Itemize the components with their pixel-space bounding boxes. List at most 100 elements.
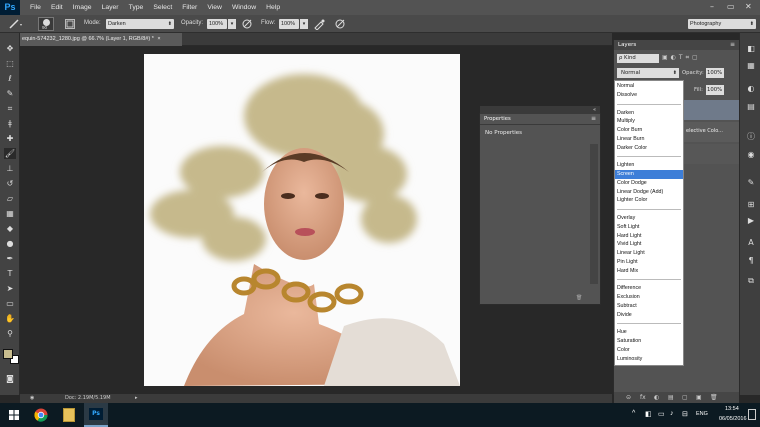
blend-mode-option[interactable]: Overlay <box>615 214 683 223</box>
menu-select[interactable]: Select <box>153 4 172 11</box>
layer-row[interactable] <box>684 144 739 164</box>
brush-size-picker[interactable]: 90 <box>38 17 54 31</box>
fill-input[interactable]: 100% <box>706 85 724 95</box>
foreground-color-swatch[interactable] <box>3 349 13 359</box>
status-info-icon[interactable]: ◉ <box>30 394 34 403</box>
opacity-slider-toggle[interactable]: ▾ <box>228 19 236 29</box>
blend-mode-option[interactable]: Darken <box>615 109 683 118</box>
blend-mode-option[interactable]: Hard Mix <box>615 267 683 276</box>
actions-panel-icon[interactable]: ▶ <box>745 215 757 226</box>
healing-brush-tool-icon[interactable]: ✚ <box>4 133 16 144</box>
mask-icon[interactable]: ◐ <box>654 394 659 401</box>
eyedropper-tool-icon[interactable]: ǂ <box>4 118 16 129</box>
marquee-tool-icon[interactable]: ⬚ <box>4 58 16 69</box>
brush-panel-icon[interactable]: ✎ <box>745 177 757 188</box>
blend-mode-option[interactable]: Lighten <box>615 161 683 170</box>
windows-start-icon[interactable] <box>9 410 19 420</box>
blend-mode-option[interactable]: Soft Light <box>615 223 683 232</box>
blend-mode-option[interactable]: Hard Light <box>615 232 683 241</box>
delete-icon[interactable]: 🗑 <box>576 295 582 301</box>
restore-button[interactable]: ▭ <box>727 2 735 11</box>
clone-stamp-tool-icon[interactable]: ⊥ <box>4 163 16 174</box>
blend-mode-option[interactable]: Dissolve <box>615 91 683 100</box>
notifications-icon[interactable] <box>748 409 756 420</box>
close-tab-icon[interactable]: × <box>157 36 160 42</box>
info-panel-icon[interactable]: ⓘ <box>745 131 757 142</box>
blend-mode-option[interactable]: Saturation <box>615 337 683 346</box>
hand-tool-icon[interactable]: ✋ <box>4 313 16 324</box>
layer-row-selected[interactable] <box>684 100 739 120</box>
menu-edit[interactable]: Edit <box>51 4 63 11</box>
blend-mode-option[interactable]: Darker Color <box>615 144 683 153</box>
airbrush-icon[interactable] <box>313 18 325 31</box>
new-layer-icon[interactable]: ▣ <box>696 394 702 401</box>
language-indicator[interactable]: ENG <box>696 411 708 417</box>
blend-mode-option[interactable]: Vivid Light <box>615 240 683 249</box>
tray-expand-icon[interactable]: ^ <box>632 410 635 417</box>
minimize-button[interactable]: – <box>710 2 714 11</box>
history-brush-tool-icon[interactable]: ↺ <box>4 178 16 189</box>
clock-date[interactable]: 06/05/2016 <box>719 416 747 422</box>
clone-source-icon[interactable]: ⊞ <box>745 199 757 210</box>
blend-mode-option[interactable]: Color Burn <box>615 126 683 135</box>
layer-filter-dropdown[interactable]: ρ Kind <box>617 54 659 63</box>
quick-select-tool-icon[interactable]: ✎ <box>4 88 16 99</box>
blur-tool-icon[interactable]: ◆ <box>4 223 16 234</box>
blend-mode-option[interactable]: Linear Dodge (Add) <box>615 188 683 197</box>
layer-opacity-input[interactable]: 100% <box>706 68 724 78</box>
blend-mode-option[interactable]: Exclusion <box>615 293 683 302</box>
battery-icon[interactable]: ▭ <box>658 410 665 418</box>
blend-mode-option[interactable]: Multiply <box>615 117 683 126</box>
workspace-dropdown[interactable]: Photography ⬍ <box>688 19 756 29</box>
layer-row[interactable]: elective Colo... <box>684 122 739 142</box>
lasso-tool-icon[interactable]: ℓ <box>4 73 16 84</box>
layer-filter-icons[interactable]: ▣◐T⌗▢ <box>662 54 732 63</box>
close-window-button[interactable]: ✕ <box>745 2 752 11</box>
brush-tool-preset-icon[interactable] <box>8 18 24 30</box>
pressure-opacity-icon[interactable] <box>241 18 253 30</box>
blend-mode-option[interactable]: Linear Light <box>615 249 683 258</box>
character-panel-icon[interactable]: A <box>745 237 757 248</box>
pressure-size-icon[interactable] <box>334 18 346 30</box>
styles-panel-icon[interactable]: ▤ <box>745 101 757 112</box>
zoom-tool-icon[interactable]: ⚲ <box>4 328 16 339</box>
quick-mask-icon[interactable]: ◙ <box>4 373 16 384</box>
paragraph-panel-icon[interactable]: ¶ <box>745 255 757 266</box>
status-arrow-icon[interactable]: ▸ <box>135 394 138 403</box>
swatches-panel-icon[interactable]: ▦ <box>745 60 757 71</box>
blend-mode-dropdown[interactable]: Normal ⬍ <box>617 68 679 78</box>
document-canvas[interactable] <box>144 54 460 386</box>
menu-help[interactable]: Help <box>266 4 280 11</box>
adjustments-panel-icon[interactable]: ◐ <box>745 83 757 94</box>
blend-mode-option[interactable]: Luminosity <box>615 355 683 364</box>
blend-mode-option[interactable]: Normal <box>615 82 683 91</box>
clock-time[interactable]: 13:54 <box>725 406 739 412</box>
color-panel-icon[interactable]: ◧ <box>745 43 757 54</box>
blend-mode-option[interactable]: Subtract <box>615 302 683 311</box>
menu-type[interactable]: Type <box>129 4 144 11</box>
crop-tool-icon[interactable]: ⌗ <box>4 103 16 114</box>
type-tool-icon[interactable]: T <box>4 268 16 279</box>
opacity-input[interactable]: 100% <box>207 19 227 29</box>
blend-mode-option[interactable]: Pin Light <box>615 258 683 267</box>
blend-mode-option[interactable]: Color Dodge <box>615 179 683 188</box>
menu-filter[interactable]: Filter <box>182 4 197 11</box>
document-tab[interactable]: equin-574232_1280.jpg @ 66.7% (Layer 1, … <box>20 33 182 46</box>
menu-window[interactable]: Window <box>232 4 256 11</box>
navigator-panel-icon[interactable]: ◉ <box>745 149 757 160</box>
link-layers-icon[interactable]: ⊝ <box>626 394 631 401</box>
blend-mode-list[interactable]: Normal Dissolve Darken Multiply Color Burn Li… <box>614 80 684 366</box>
shape-tool-icon[interactable]: ▭ <box>4 298 16 309</box>
file-explorer-icon[interactable] <box>63 408 75 422</box>
collapse-panel-icon[interactable]: « <box>593 107 596 113</box>
pen-tool-icon[interactable]: ✒ <box>4 253 16 264</box>
volume-icon[interactable]: ♪ <box>670 410 674 417</box>
blend-mode-option[interactable]: Screen <box>615 170 683 179</box>
panel-menu-icon[interactable]: ≡ <box>591 115 596 122</box>
menu-layer[interactable]: Layer <box>102 4 119 11</box>
blend-mode-option[interactable]: Lighter Color <box>615 196 683 205</box>
blend-mode-option[interactable]: Divide <box>615 311 683 320</box>
menu-view[interactable]: View <box>207 4 222 11</box>
mode-dropdown[interactable]: Darken ⬍ <box>106 19 174 29</box>
chrome-icon[interactable] <box>34 408 48 422</box>
